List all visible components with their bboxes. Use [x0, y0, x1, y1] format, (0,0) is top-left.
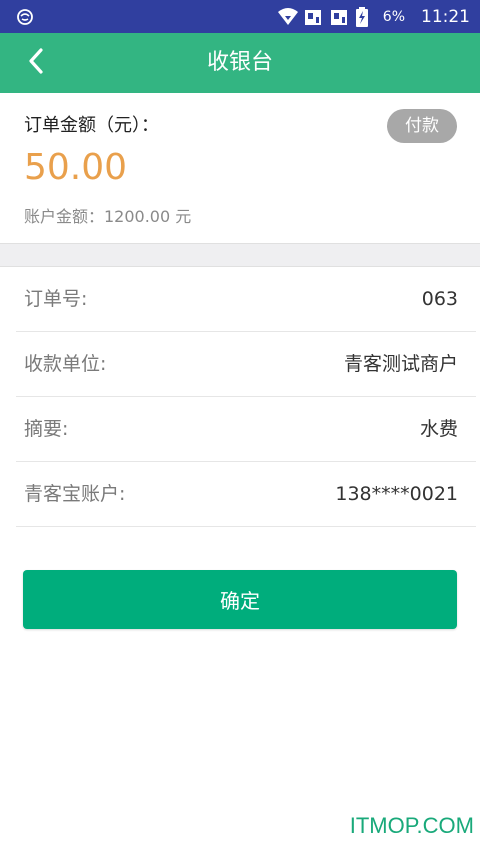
- sim-signal-icon-2: [329, 7, 349, 27]
- detail-value: 水费: [419, 418, 458, 440]
- app-bar: 收银台: [0, 33, 480, 93]
- order-amount-label: 订单金额（元）：: [24, 115, 159, 136]
- sim-signal-icon: [303, 7, 323, 27]
- clock: 11:21: [421, 6, 470, 27]
- detail-row-summary: 摘要: 水费: [16, 397, 476, 462]
- detail-value: 青客测试商户: [343, 353, 458, 375]
- notification-app-icon: [16, 8, 34, 26]
- detail-value: 063: [421, 288, 458, 310]
- pay-badge: 付款: [387, 109, 457, 143]
- page-title: 收银台: [206, 50, 273, 75]
- detail-label: 订单号:: [24, 288, 88, 310]
- detail-label: 摘要:: [24, 418, 69, 440]
- wifi-icon: [277, 7, 298, 27]
- detail-row-payee: 收款单位: 青客测试商户: [16, 332, 476, 397]
- status-bar: 6% 11:21: [0, 0, 480, 33]
- detail-label: 收款单位:: [24, 353, 107, 375]
- order-details-list: 订单号: 063 收款单位: 青客测试商户 摘要: 水费 青客宝账户: 138*…: [0, 267, 480, 527]
- watermark: ITMOP.COM: [349, 813, 474, 838]
- section-divider: [0, 243, 480, 267]
- account-balance: 账户金额：1200.00 元: [24, 207, 192, 226]
- order-amount-value: 50.00: [24, 147, 128, 188]
- battery-charging-icon: [355, 6, 375, 27]
- back-button[interactable]: [18, 45, 54, 81]
- confirm-button[interactable]: 确定: [23, 570, 457, 629]
- chevron-left-icon: [28, 48, 44, 78]
- detail-row-account: 青客宝账户: 138****0021: [16, 462, 476, 527]
- detail-value: 138****0021: [335, 483, 458, 505]
- detail-label: 青客宝账户:: [24, 483, 126, 505]
- battery-percent: 6%: [382, 8, 405, 25]
- order-amount-card: 订单金额（元）： 付款 50.00 账户金额：1200.00 元: [0, 93, 480, 243]
- detail-row-order-number: 订单号: 063: [16, 267, 476, 332]
